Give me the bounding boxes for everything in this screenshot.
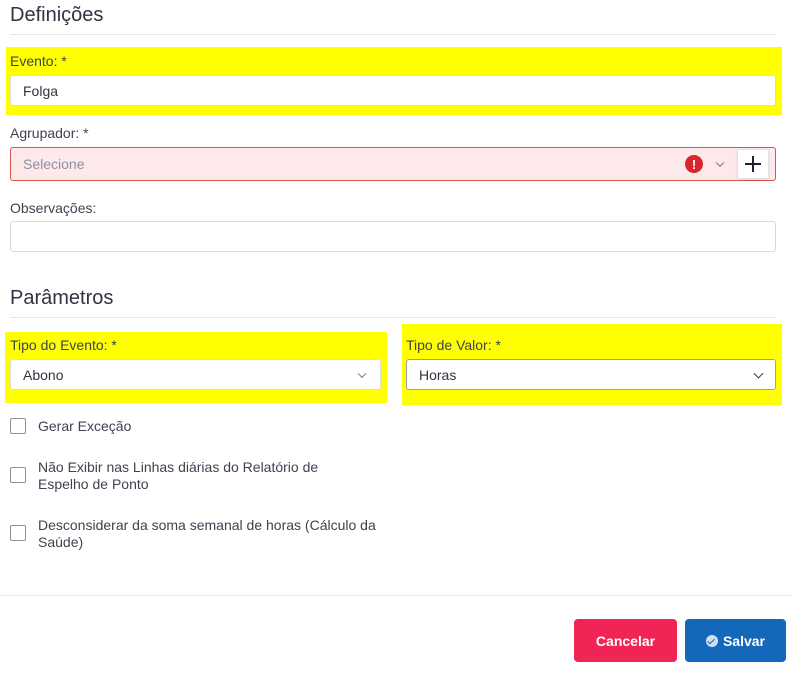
- section-divider: [10, 34, 776, 35]
- evento-value: Folga: [23, 82, 59, 99]
- footer-divider: [0, 595, 792, 596]
- desconsiderar-label: Desconsiderar da soma semanal de horas (…: [38, 517, 376, 550]
- agrupador-label: Agrupador: *: [10, 125, 89, 141]
- add-agrupador-button[interactable]: [737, 149, 769, 179]
- tipo-valor-value: Horas: [419, 366, 457, 383]
- evento-input[interactable]: Folga: [10, 75, 776, 106]
- nao-exibir-label: Não Exibir nas Linhas diárias do Relatór…: [38, 459, 319, 492]
- evento-label: Evento: *: [10, 53, 67, 69]
- cancel-button[interactable]: Cancelar: [574, 619, 677, 662]
- gerar-excecao-label: Gerar Exceção: [38, 418, 132, 434]
- section-title-definicoes: Definições: [10, 4, 104, 26]
- section-divider: [10, 317, 776, 318]
- observacoes-input[interactable]: [10, 221, 776, 252]
- chevron-down-icon: [753, 368, 764, 379]
- error-icon: !: [685, 155, 703, 173]
- check-circle-icon: [705, 634, 718, 647]
- tipo-valor-label: Tipo de Valor: *: [406, 337, 501, 353]
- desconsiderar-checkbox[interactable]: [10, 525, 26, 541]
- chevron-down-icon: [357, 369, 367, 378]
- chevron-down-icon[interactable]: [715, 158, 725, 168]
- tipo-evento-value: Abono: [23, 366, 64, 383]
- save-button-label: Salvar: [722, 632, 766, 649]
- agrupador-select[interactable]: Selecione !: [10, 147, 776, 181]
- tipo-valor-select[interactable]: Horas: [406, 359, 776, 390]
- agrupador-placeholder: Selecione: [23, 156, 85, 172]
- nao-exibir-checkbox[interactable]: [10, 467, 26, 483]
- tipo-evento-label: Tipo do Evento: *: [10, 337, 117, 353]
- section-title-parametros: Parâmetros: [10, 287, 114, 309]
- observacoes-label: Observações:: [10, 200, 97, 216]
- tipo-evento-select[interactable]: Abono: [10, 359, 381, 390]
- save-button[interactable]: Salvar: [685, 619, 786, 662]
- gerar-excecao-checkbox[interactable]: [10, 418, 26, 434]
- event-settings-form: Definições Evento: * Folga Agrupador: * …: [0, 0, 792, 675]
